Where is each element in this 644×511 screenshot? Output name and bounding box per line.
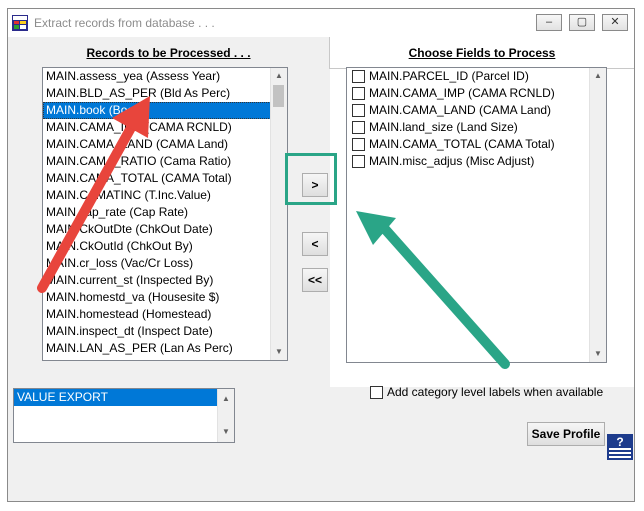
field-label: MAIN.PARCEL_ID (Parcel ID) — [369, 69, 529, 83]
scroll-thumb[interactable] — [273, 85, 284, 107]
window-title: Extract records from database . . . — [34, 16, 215, 30]
records-list-item[interactable]: MAIN.CAMATINC (T.Inc.Value) — [43, 187, 271, 204]
records-list-item[interactable]: MAIN.CAMA_TOTAL (CAMA Total) — [43, 170, 271, 187]
title-bar: Extract records from database . . . ‒ ▢ … — [8, 9, 634, 38]
records-list-item[interactable]: MAIN.CkOutId (ChkOut By) — [43, 238, 271, 255]
field-label: MAIN.CAMA_TOTAL (CAMA Total) — [369, 137, 555, 151]
profile-listbox[interactable]: VALUE EXPORT ▲ ▼ — [13, 388, 235, 443]
fields-list-item[interactable]: MAIN.land_size (Land Size) — [347, 119, 590, 136]
field-label: MAIN.CAMA_IMP (CAMA RCNLD) — [369, 86, 555, 100]
field-checkbox[interactable] — [352, 70, 365, 83]
scroll-down-icon[interactable]: ▼ — [590, 346, 606, 362]
minimize-button[interactable]: ‒ — [536, 14, 562, 31]
help-icon[interactable]: ? — [607, 434, 633, 460]
records-list-item[interactable]: MAIN.LAN_AS_PER (Lan As Perc) — [43, 340, 271, 357]
scroll-down-icon[interactable]: ▼ — [271, 344, 287, 360]
records-rows: MAIN.assess_yea (Assess Year) MAIN.BLD_AS… — [43, 68, 271, 360]
records-listbox[interactable]: MAIN.assess_yea (Assess Year) MAIN.BLD_AS… — [42, 67, 288, 361]
records-scrollbar[interactable]: ▲ ▼ — [270, 68, 287, 360]
fields-listbox[interactable]: MAIN.PARCEL_ID (Parcel ID) MAIN.CAMA_IMP … — [346, 67, 607, 363]
fields-list-item[interactable]: MAIN.misc_adjus (Misc Adjust) — [347, 153, 590, 170]
records-list-item[interactable]: MAIN.assess_yea (Assess Year) — [43, 68, 271, 85]
scroll-up-icon[interactable]: ▲ — [271, 68, 287, 84]
records-list-item[interactable]: MAIN.CAMA_LAND (CAMA Land) — [43, 136, 271, 153]
records-list-item[interactable]: MAIN.CAMA_IMP (CAMA RCNLD) — [43, 119, 271, 136]
remove-all-button[interactable]: << — [302, 268, 328, 292]
save-profile-button[interactable]: Save Profile — [527, 422, 605, 446]
field-label: MAIN.misc_adjus (Misc Adjust) — [369, 154, 535, 168]
fields-list-item[interactable]: MAIN.PARCEL_ID (Parcel ID) — [347, 68, 590, 85]
category-labels-option[interactable]: Add category level labels when available — [368, 385, 603, 399]
category-labels-label: Add category level labels when available — [387, 385, 604, 399]
records-list-item[interactable]: MAIN.inspect_dt (Inspect Date) — [43, 323, 271, 340]
scroll-up-icon[interactable]: ▲ — [218, 391, 234, 407]
extract-dialog: Extract records from database . . . ‒ ▢ … — [7, 8, 635, 502]
records-list-item[interactable]: MAIN.CkOutDte (ChkOut Date) — [43, 221, 271, 238]
records-list-item[interactable]: MAIN.cap_rate (Cap Rate) — [43, 204, 271, 221]
profile-rows: VALUE EXPORT — [14, 389, 218, 442]
tab-records[interactable]: Records to be Processed . . . — [8, 37, 330, 69]
field-checkbox[interactable] — [352, 138, 365, 151]
field-checkbox[interactable] — [352, 87, 365, 100]
svg-text:?: ? — [616, 435, 623, 449]
scroll-down-icon[interactable]: ▼ — [218, 424, 234, 440]
field-checkbox[interactable] — [352, 155, 365, 168]
profile-list-item[interactable]: VALUE EXPORT — [14, 389, 218, 406]
field-label: MAIN.land_size (Land Size) — [369, 120, 518, 134]
records-list-item[interactable]: MAIN.book (Book) — [43, 102, 271, 119]
fields-list-item[interactable]: MAIN.CAMA_TOTAL (CAMA Total) — [347, 136, 590, 153]
profile-scrollbar[interactable]: ▲ ▼ — [217, 389, 234, 442]
field-label: MAIN.CAMA_LAND (CAMA Land) — [369, 103, 552, 117]
fields-list-item[interactable]: MAIN.CAMA_IMP (CAMA RCNLD) — [347, 85, 590, 102]
fields-rows: MAIN.PARCEL_ID (Parcel ID) MAIN.CAMA_IMP … — [347, 68, 590, 362]
tab-strip: Records to be Processed . . . Choose Fie… — [8, 37, 634, 69]
fields-list-item[interactable]: MAIN.CAMA_LAND (CAMA Land) — [347, 102, 590, 119]
field-checkbox[interactable] — [352, 121, 365, 134]
records-list-item[interactable]: MAIN.BLD_AS_PER (Bld As Perc) — [43, 85, 271, 102]
records-list-item[interactable]: MAIN.cr_loss (Vac/Cr Loss) — [43, 255, 271, 272]
app-icon — [12, 15, 28, 31]
add-button-highlight — [285, 153, 337, 205]
field-checkbox[interactable] — [352, 104, 365, 117]
records-list-item[interactable]: MAIN.homestead (Homestead) — [43, 306, 271, 323]
records-list-item[interactable]: MAIN.CAMA_RATIO (Cama Ratio) — [43, 153, 271, 170]
records-list-item[interactable]: MAIN.current_st (Inspected By) — [43, 272, 271, 289]
remove-field-button[interactable]: < — [302, 232, 328, 256]
tab-fields[interactable]: Choose Fields to Process — [330, 37, 634, 69]
records-list-item[interactable]: MAIN.homestd_va (Housesite $) — [43, 289, 271, 306]
close-button[interactable]: ✕ — [602, 14, 628, 31]
maximize-button[interactable]: ▢ — [569, 14, 595, 31]
fields-scrollbar[interactable]: ▲ ▼ — [589, 68, 606, 362]
scroll-up-icon[interactable]: ▲ — [590, 68, 606, 84]
category-labels-checkbox[interactable] — [370, 385, 383, 399]
